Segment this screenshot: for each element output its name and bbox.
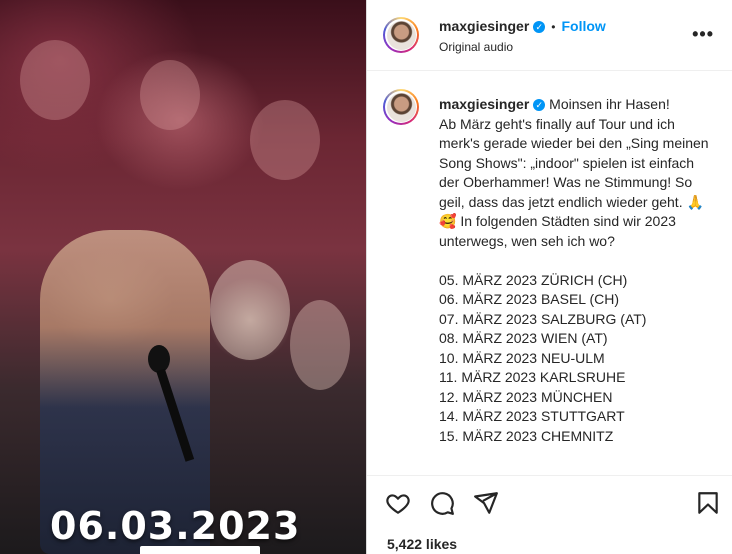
comment-icon[interactable] — [429, 490, 455, 516]
likes-count[interactable]: 5,422 likes — [387, 536, 457, 552]
crowd-face — [250, 100, 320, 180]
post-media[interactable]: 06.03.2023 — [0, 0, 366, 554]
caption-username[interactable]: maxgiesinger — [439, 96, 529, 112]
header-info: maxgiesinger ✓ • Follow Original audio — [439, 18, 606, 54]
verified-badge-icon: ✓ — [533, 99, 546, 112]
caption-avatar[interactable] — [383, 89, 419, 125]
header-username[interactable]: maxgiesinger — [439, 18, 529, 34]
caption-section: maxgiesinger ✓ Moinsen ihr Hasen! Ab März… — [367, 71, 732, 473]
crowd-face — [140, 60, 200, 130]
more-options-icon[interactable]: ••• — [692, 24, 714, 45]
header-avatar[interactable] — [383, 17, 419, 53]
caption-body: maxgiesinger ✓ Moinsen ihr Hasen! Ab März… — [439, 95, 709, 446]
microphone — [148, 345, 170, 373]
media-overlay-date: 06.03.2023 — [50, 504, 301, 548]
avatar-image — [386, 92, 416, 122]
crowd-face — [210, 260, 290, 360]
follow-button[interactable]: Follow — [561, 18, 605, 34]
caption-text: Moinsen ihr Hasen! Ab März geht's finall… — [439, 96, 709, 444]
bookmark-icon[interactable] — [695, 490, 721, 516]
audio-label[interactable]: Original audio — [439, 40, 606, 54]
share-icon[interactable] — [473, 490, 499, 516]
avatar-image — [386, 20, 416, 50]
post-header: maxgiesinger ✓ • Follow Original audio ••• — [367, 0, 732, 71]
media-overlay-text-partial — [140, 546, 260, 554]
post-side-panel: maxgiesinger ✓ • Follow Original audio ••• … — [366, 0, 732, 554]
separator-dot: • — [551, 20, 556, 34]
crowd-face — [20, 40, 90, 120]
crowd-face — [290, 300, 350, 390]
heart-icon[interactable] — [385, 490, 411, 516]
action-bar — [367, 475, 732, 530]
verified-badge-icon: ✓ — [533, 20, 546, 33]
